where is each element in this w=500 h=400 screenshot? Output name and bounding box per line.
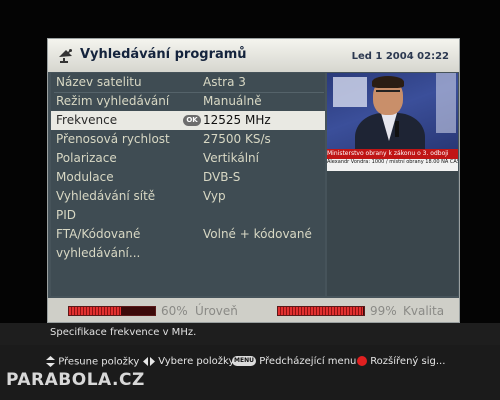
row-value: Volné + kódované — [203, 227, 312, 241]
hint-select: Vybere položky — [143, 356, 234, 367]
clock-display: Led 1 2004 02:22 — [351, 51, 449, 62]
quality-percent: 99% — [370, 304, 397, 318]
menu-row-satellite-name[interactable]: Název satelitu Astra 3 — [51, 73, 325, 92]
row-label: vyhledávání... — [56, 246, 141, 260]
video-preview: Ministerstvo obrany k zákonu o 3. odboji… — [327, 73, 458, 171]
hint-select-label: Vybere položky — [158, 356, 235, 367]
menu-row-symbol-rate[interactable]: Přenosová rychlost 27500 KS/s — [51, 130, 325, 149]
up-down-arrows-icon — [46, 356, 55, 367]
menu-row-pid[interactable]: PID — [51, 206, 325, 225]
watermark: PARABOLA.CZ — [6, 370, 145, 390]
row-value: 27500 KS/s — [203, 132, 271, 146]
level-label: Úroveň — [195, 304, 238, 318]
row-label: Polarizace — [56, 151, 117, 165]
row-value: Manuálně — [203, 94, 262, 108]
level-meter: 60% Úroveň — [68, 303, 248, 318]
row-label: Frekvence — [56, 113, 118, 127]
hint-extended-signal: Rozšířený sig... — [357, 356, 445, 367]
menu-row-network-search[interactable]: Vyhledávání sítě Vyp — [51, 187, 325, 206]
presenter-glasses — [376, 90, 400, 97]
ok-button-icon: OK — [183, 115, 201, 126]
settings-menu: Název satelitu Astra 3 Režim vyhledávání… — [51, 73, 325, 296]
hint-previous-menu: MENU Předcházející menu — [232, 356, 356, 367]
menu-row-start-search[interactable]: vyhledávání... — [51, 244, 325, 263]
row-label: Přenosová rychlost — [56, 132, 170, 146]
microphone — [395, 121, 399, 137]
row-label: Vyhledávání sítě — [56, 189, 156, 203]
news-ticker-red: Ministerstvo obrany k zákonu o 3. odboji — [327, 149, 458, 159]
row-label: Název satelitu — [56, 75, 142, 89]
title-bar: Vyhledávání programů Led 1 2004 02:22 — [48, 39, 459, 72]
row-value: Vyp — [203, 189, 226, 203]
studio-screen — [333, 77, 367, 107]
hint-previous-label: Předcházející menu — [259, 356, 357, 367]
row-value: DVB-S — [203, 170, 241, 184]
window-title: Vyhledávání programů — [80, 47, 247, 62]
hint-move: Přesune položky — [46, 356, 139, 368]
level-bar — [68, 306, 156, 316]
level-percent: 60% — [161, 304, 188, 318]
quality-bar — [277, 306, 365, 316]
row-label: Režim vyhledávání — [56, 94, 170, 108]
row-label: FTA/Kódované — [56, 227, 141, 241]
menu-row-polarization[interactable]: Polarizace Vertikální — [51, 149, 325, 168]
help-bar: Specifikace frekvence v MHz. — [0, 323, 500, 345]
hint-move-label: Přesune položky — [58, 356, 140, 368]
row-value: Astra 3 — [203, 75, 246, 89]
menu-key-icon: MENU — [232, 356, 256, 366]
row-label: Modulace — [56, 170, 114, 184]
red-button-icon — [357, 356, 367, 366]
quality-bar-fill — [278, 307, 364, 315]
menu-row-fta-scrambled[interactable]: FTA/Kódované Volné + kódované — [51, 225, 325, 244]
help-text: Specifikace frekvence v MHz. — [50, 327, 197, 338]
left-right-arrows-icon — [143, 356, 155, 366]
search-window: Vyhledávání programů Led 1 2004 02:22 Ná… — [47, 38, 460, 323]
news-ticker-white: Alexandr Vondra: 1000 / místní obrany 18… — [327, 159, 458, 171]
menu-row-search-mode[interactable]: Režim vyhledávání Manuálně — [51, 92, 325, 111]
signal-meters: 60% Úroveň 99% Kvalita — [48, 298, 459, 322]
satellite-dish-icon — [59, 49, 72, 63]
studio-screen — [436, 73, 456, 133]
level-bar-fill — [69, 307, 121, 315]
quality-label: Kvalita — [403, 304, 445, 318]
preview-pane: Ministerstvo obrany k zákonu o 3. odboji… — [327, 73, 458, 296]
menu-row-modulation[interactable]: Modulace DVB-S — [51, 168, 325, 187]
row-value: 12525 MHz — [203, 113, 271, 127]
menu-row-frequency[interactable]: Frekvence OK 12525 MHz — [51, 111, 325, 130]
hint-extended-label: Rozšířený sig... — [370, 356, 446, 367]
quality-meter: 99% Kvalita — [277, 303, 457, 318]
presenter-hair — [372, 76, 404, 88]
row-value: Vertikální — [203, 151, 259, 165]
row-label: PID — [56, 208, 77, 222]
tv-screen: Vyhledávání programů Led 1 2004 02:22 Ná… — [0, 0, 500, 400]
